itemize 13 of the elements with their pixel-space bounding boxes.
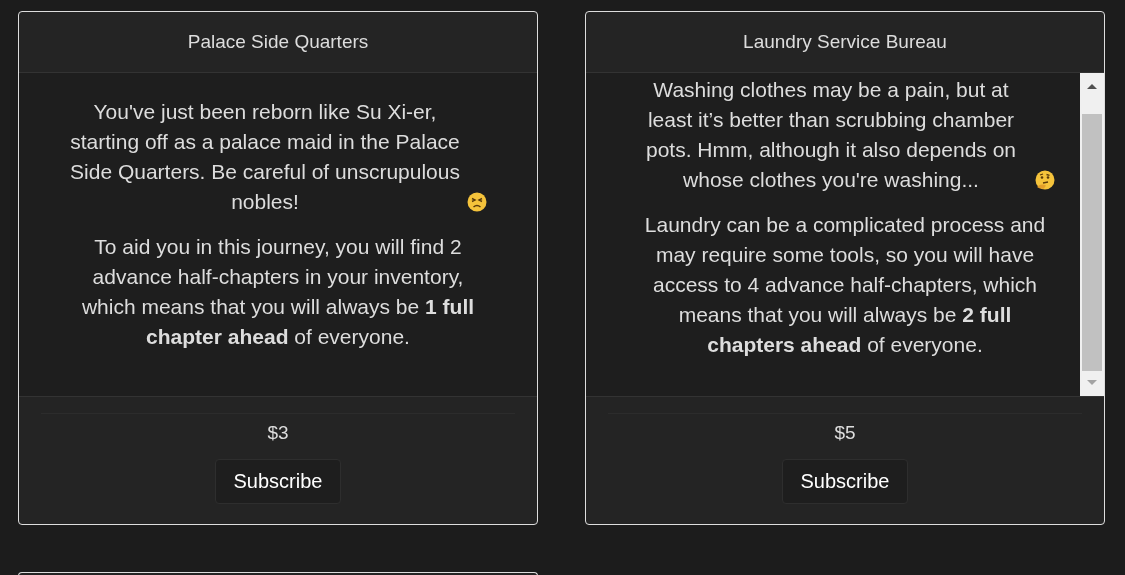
- subscribe-button[interactable]: Subscribe: [214, 459, 342, 504]
- price: $3: [267, 422, 289, 444]
- scrollbar[interactable]: [1080, 73, 1104, 396]
- description: Washing clothes may be a pain, but at least it’s better than scrubbing chamber pots. Hmm, although it also depends on whose clothes you're washing...: [644, 77, 1018, 193]
- description: Laundry can be a complicated process and may require some tools, so you will have access to 4 advance half-chapters, which means that you will always be 2 full chapters ahead of everyone.: [643, 212, 1047, 358]
- subscribe-button[interactable]: Subscribe: [781, 459, 909, 504]
- description: You've just been reborn like Su Xi-er, starting off as a palace maid in the Palace Side Quarters. Be careful of unscrupulous nobles!: [69, 99, 461, 215]
- description: To aid you in this journey, you will find 2 advance half-chapters in your inventory, which means that you will always be 1 full chapter ahead of everyone.: [80, 234, 476, 350]
- down-arrow-icon[interactable]: [1086, 379, 1098, 387]
- up-arrow-icon[interactable]: [1086, 82, 1098, 90]
- card-title: Palace Side Quarters: [187, 31, 369, 53]
- price: $5: [834, 422, 856, 444]
- card-title: Laundry Service Bureau: [743, 31, 947, 53]
